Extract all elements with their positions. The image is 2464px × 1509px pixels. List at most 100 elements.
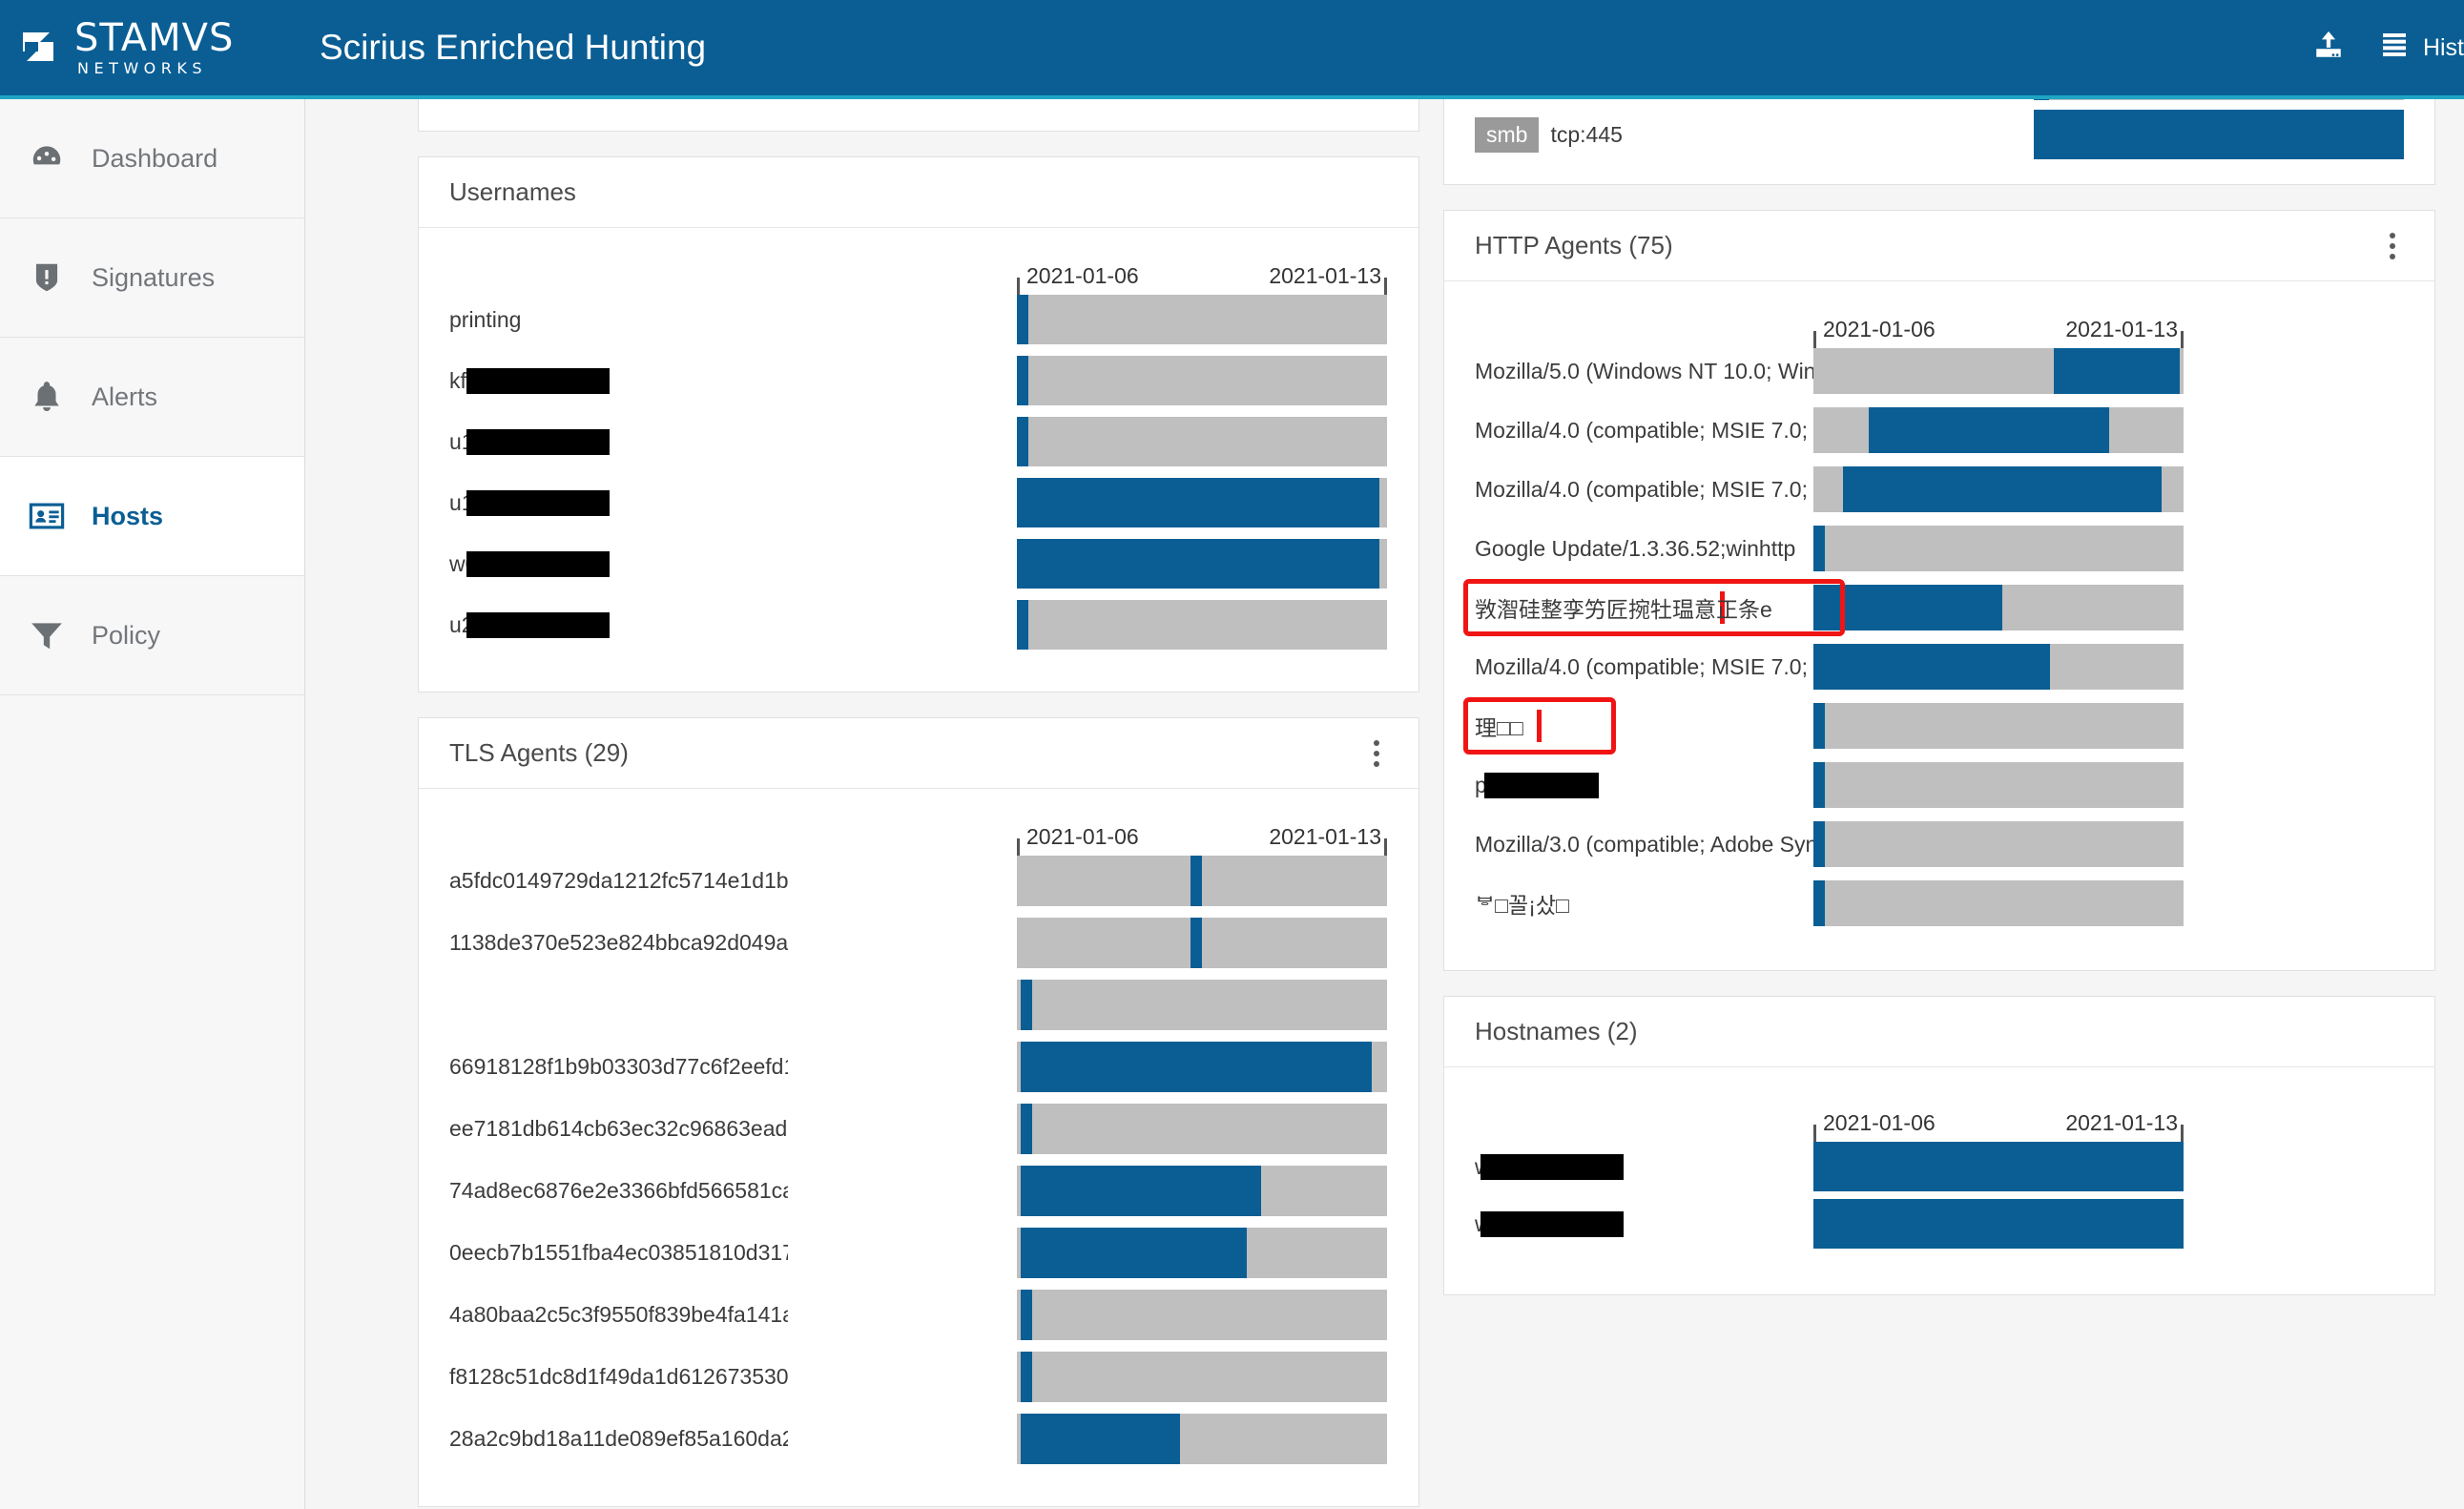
- shield-icon: [29, 259, 65, 296]
- row-bar: [1017, 356, 1028, 405]
- row-track: [1017, 417, 1387, 466]
- chart-row[interactable]: Mozilla/4.0 (compatible; MSIE 7.0; Wi...: [1475, 644, 2404, 690]
- id-card-icon: [29, 498, 65, 534]
- chart-axis: 2021-01-06 2021-01-13: [1475, 306, 2404, 348]
- upload-button[interactable]: [2312, 29, 2345, 68]
- chart-row[interactable]: [449, 980, 1388, 1030]
- chart-axis: 2021-01-06 2021-01-13: [449, 253, 1388, 295]
- right-column: tcp smb tcp:445 HTTP Agents (75) 2021-01-0…: [1443, 99, 2435, 1320]
- chart-row[interactable]: 1138de370e523e824bbca92d049a3777: [449, 918, 1388, 968]
- http-agents-card: HTTP Agents (75) 2021-01-06 2021-01-13 M…: [1443, 210, 2435, 971]
- dashboard-icon: [29, 140, 65, 176]
- row-bar: [1017, 600, 1028, 650]
- card-menu-button[interactable]: [2381, 230, 2404, 262]
- card-title: TLS Agents (29): [449, 738, 629, 768]
- stamus-logo-icon: [21, 29, 65, 67]
- axis-tick-end: [2181, 1125, 2184, 1142]
- tls-agents-row-list: a5fdc0149729da1212fc5714e1d1b928 1138de37…: [449, 856, 1388, 1464]
- row-label: Mozilla/5.0 (Windows NT 10.0; Win64;...: [1475, 359, 1813, 384]
- chart-row[interactable]: a5fdc0149729da1212fc5714e1d1b928: [449, 856, 1388, 906]
- sidebar-item-policy[interactable]: Policy: [0, 576, 304, 695]
- row-bar: [1021, 1414, 1180, 1464]
- chart-row[interactable]: 28a2c9bd18a11de089ef85a160da29e4: [449, 1414, 1388, 1464]
- sidebar-item-alerts[interactable]: Alerts: [0, 338, 304, 457]
- sidebar-item-dashboard[interactable]: Dashboard: [0, 99, 304, 218]
- history-button[interactable]: Hist: [2383, 31, 2464, 65]
- card-menu-button[interactable]: [1365, 737, 1388, 770]
- chart-row[interactable]: 4a80baa2c5c3f9550f839be4fa141aa8: [449, 1290, 1388, 1340]
- row-label: Google Update/1.3.36.52;winhttp: [1475, 536, 1813, 562]
- row-label: w: [1475, 1154, 1813, 1180]
- chart-row[interactable]: 74ad8ec6876e2e3366bfd566581ca7e8: [449, 1166, 1388, 1216]
- row-label: 66918128f1b9b03303d77c6f2eefd128: [449, 1054, 788, 1080]
- chart-row[interactable]: printing: [449, 295, 1388, 344]
- row-label: 理□□: [1475, 710, 1813, 742]
- chart-row[interactable]: Mozilla/3.0 (compatible; Adobe Synch...: [1475, 821, 2404, 867]
- row-bar: [1813, 644, 2050, 690]
- redaction-box: [1480, 1211, 1624, 1237]
- chart-row[interactable]: 66918128f1b9b03303d77c6f2eefd128: [449, 1042, 1388, 1092]
- protocol-row[interactable]: smb tcp:445: [1475, 108, 2404, 161]
- row-bar: [1813, 526, 1825, 571]
- row-track: [1017, 1042, 1387, 1092]
- chart-row[interactable]: Mozilla/4.0 (compatible; MSIE 7.0; Wi...: [1475, 407, 2404, 453]
- row-bar: [1869, 407, 2109, 453]
- chart-row[interactable]: ee7181db614cb63ec32c96863ead1b1c: [449, 1104, 1388, 1154]
- protocol-badge: smb: [1475, 117, 1539, 153]
- row-label: printing: [449, 307, 788, 333]
- row-track: [1017, 1104, 1387, 1154]
- chart-row[interactable]: Google Update/1.3.36.52;winhttp: [1475, 526, 2404, 571]
- chart-row[interactable]: w0: [449, 539, 1388, 589]
- row-label: p: [1475, 773, 1813, 798]
- hostnames-row-list: ww: [1475, 1142, 2404, 1249]
- chart-row[interactable]: Mozilla/4.0 (compatible; MSIE 7.0; Wi...: [1475, 466, 2404, 512]
- chart-row[interactable]: w: [1475, 1199, 2404, 1249]
- brand-logo[interactable]: STAMVS NETWORKS: [0, 19, 305, 76]
- card-header: TLS Agents (29): [419, 718, 1418, 789]
- protocol-port-label: tcp:445: [1550, 122, 1622, 148]
- card-body: 2021-01-06 2021-01-13 ww: [1444, 1067, 2434, 1294]
- card-body: 2021-01-06 2021-01-13 Mozilla/5.0 (Windo…: [1444, 281, 2434, 970]
- row-track: [1813, 762, 2184, 808]
- card-header: HTTP Agents (75): [1444, 211, 2434, 281]
- chart-row[interactable]: 理□□: [1475, 703, 2404, 749]
- chart-row[interactable]: p: [1475, 762, 2404, 808]
- row-bar: [1017, 417, 1028, 466]
- axis-label-start: 2021-01-06: [1026, 824, 1139, 850]
- axis-tick-start: [1017, 278, 1020, 295]
- chart-row[interactable]: ᄫ□꼴¡샀□: [1475, 880, 2404, 926]
- chart-row[interactable]: f8128c51dc8d1f49da1d6126735300d5: [449, 1352, 1388, 1402]
- row-label: Mozilla/4.0 (compatible; MSIE 7.0; Wi...: [1475, 654, 1813, 680]
- chart-row[interactable]: u2: [449, 600, 1388, 650]
- axis-tick-end: [1384, 838, 1387, 856]
- sidebar: Dashboard Signatures Alerts Hosts Policy: [0, 99, 305, 1509]
- row-label: 0eecb7b1551fba4ec03851810d31743f: [449, 1240, 788, 1266]
- row-bar: [1017, 478, 1379, 527]
- redaction-box: [466, 612, 610, 638]
- card-title: HTTP Agents (75): [1475, 231, 1673, 260]
- card-title: Hostnames (2): [1475, 1017, 1638, 1046]
- chart-row[interactable]: w: [1475, 1142, 2404, 1191]
- card-header: Usernames: [419, 157, 1418, 228]
- row-bar: [1021, 1228, 1247, 1278]
- axis-label-start: 2021-01-06: [1823, 1110, 1936, 1136]
- chart-row[interactable]: u1: [449, 478, 1388, 527]
- chart-row[interactable]: 敩潪硅整孪竻匠捥牡瑥⁳意正条e: [1475, 585, 2404, 630]
- chart-row[interactable]: kfk: [449, 356, 1388, 405]
- row-label: 28a2c9bd18a11de089ef85a160da29e4: [449, 1426, 788, 1452]
- protocol-row[interactable]: tcp: [1475, 99, 2404, 102]
- header-accent-line: [0, 95, 2464, 99]
- row-bar: [1813, 762, 1825, 808]
- row-track: [1813, 466, 2184, 512]
- axis-tick-end: [1384, 278, 1387, 295]
- chart-row[interactable]: u1: [449, 417, 1388, 466]
- row-track: [1017, 539, 1387, 589]
- sidebar-item-signatures[interactable]: Signatures: [0, 218, 304, 338]
- row-bar: [1191, 856, 1202, 906]
- sidebar-item-hosts[interactable]: Hosts: [0, 457, 304, 576]
- chart-axis: 2021-01-06 2021-01-13: [1475, 1100, 2404, 1142]
- protocols-card-partial: tcp smb tcp:445: [1443, 99, 2435, 185]
- chart-row[interactable]: 0eecb7b1551fba4ec03851810d31743f: [449, 1228, 1388, 1278]
- chart-row[interactable]: Mozilla/5.0 (Windows NT 10.0; Win64;...: [1475, 348, 2404, 394]
- row-bar: [1813, 585, 2002, 630]
